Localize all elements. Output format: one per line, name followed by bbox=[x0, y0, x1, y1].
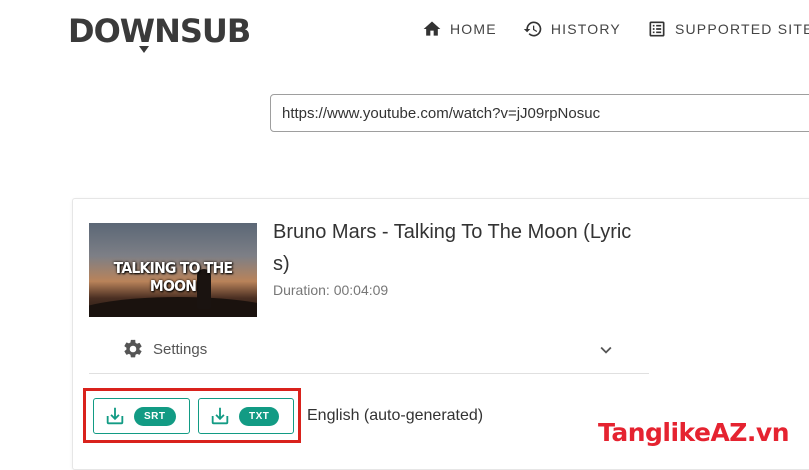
nav-history-label: HISTORY bbox=[550, 21, 621, 37]
video-title: Bruno Mars - Talking To The Moon (Lyrics… bbox=[273, 221, 632, 275]
main-nav: HOME HISTORY SUPPORTED SITES bbox=[422, 18, 809, 40]
video-duration: Duration: 00:04:09 bbox=[273, 282, 389, 298]
gear-icon bbox=[124, 339, 142, 358]
nav-supported-sites[interactable]: SUPPORTED SITES bbox=[647, 18, 809, 40]
list-icon bbox=[649, 21, 665, 37]
nav-home-label: HOME bbox=[450, 21, 497, 37]
txt-format-badge: TXT bbox=[239, 406, 280, 426]
settings-label: Settings bbox=[153, 341, 208, 358]
download-txt-button[interactable]: TXT bbox=[198, 398, 294, 434]
history-icon bbox=[523, 21, 542, 37]
nav-supported-sites-label: SUPPORTED SITES bbox=[674, 21, 809, 37]
download-icon bbox=[106, 407, 124, 425]
logo-arrow-icon bbox=[139, 46, 149, 53]
srt-format-badge: SRT bbox=[134, 406, 176, 426]
chevron-down-icon[interactable] bbox=[595, 339, 617, 361]
logo[interactable]: DOWNSUB bbox=[68, 12, 251, 53]
settings-toggle[interactable]: Settings bbox=[89, 330, 649, 374]
subtitle-language: English (auto-generated) bbox=[307, 407, 484, 424]
video-thumbnail[interactable]: TALKING TO THE MOON bbox=[89, 223, 257, 317]
thumbnail-hill bbox=[89, 297, 257, 317]
thumbnail-text: TALKING TO THE MOON bbox=[113, 259, 233, 295]
watermark: TanglikeAZ.vn bbox=[598, 418, 790, 447]
nav-history[interactable]: HISTORY bbox=[523, 18, 621, 40]
url-input[interactable] bbox=[270, 94, 809, 132]
download-icon bbox=[211, 407, 229, 425]
logo-text: DOWNSUB bbox=[68, 12, 251, 50]
download-srt-button[interactable]: SRT bbox=[93, 398, 190, 434]
home-icon bbox=[423, 21, 441, 36]
nav-home[interactable]: HOME bbox=[422, 18, 497, 40]
